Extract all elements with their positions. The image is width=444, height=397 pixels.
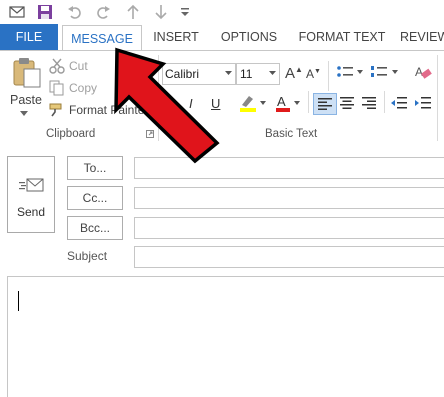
red-annotation-arrow bbox=[114, 47, 220, 164]
